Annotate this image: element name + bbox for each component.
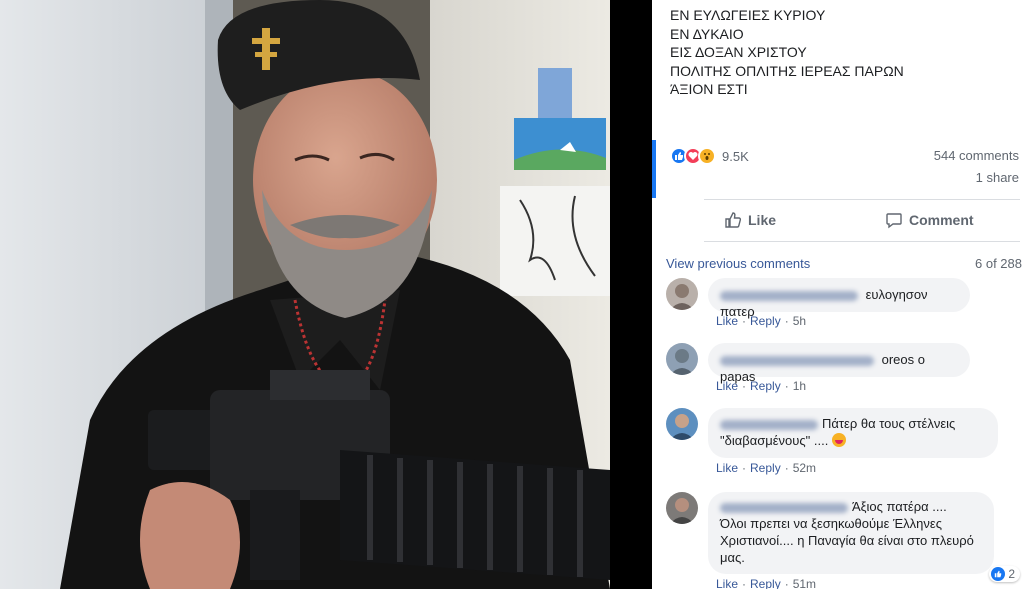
comment-timestamp[interactable]: 1h (793, 379, 806, 393)
post-side-panel: ΕΝ ΕΥΛΩΓΕΙΕΣ ΚΥΡΙΟΥ ΕΝ ΔΥΚΑΙΟ ΕΙΣ ΔΟΞΑΝ … (652, 0, 1024, 589)
caption-line: ΠΟΛΙΤΗΣ ΟΠΛΙΤΗΣ ΙΕΡΕΑΣ ΠΑΡΩΝ (670, 62, 904, 79)
comment-text-line: Όλοι πρεπει να ξεσηκωθούμε Έλληνες (720, 516, 942, 531)
comment-text-line: Άξιος πατέρα .... (852, 499, 947, 514)
comment-meta: Like · Reply · 52m (716, 461, 817, 475)
comment-text-line: Πάτερ θα τους στέλνεις (822, 416, 956, 431)
comment-item: Πάτερ θα τους στέλνεις "διαβασμένους" ..… (666, 408, 1024, 480)
comment-like-link[interactable]: Like (716, 461, 738, 475)
like-button[interactable]: Like (724, 206, 776, 234)
comment-reaction-badge[interactable]: 2 (989, 566, 1020, 582)
comment-button-label: Comment (909, 212, 974, 228)
reaction-count[interactable]: 9.5K (722, 149, 749, 164)
comment-meta: Like · Reply · 51m (716, 577, 817, 589)
blurred-author-name[interactable] (720, 290, 858, 301)
comment-timestamp[interactable]: 52m (793, 461, 816, 475)
comment-text-line: "διαβασμένους" .... (720, 433, 829, 448)
comment-item: Άξιος πατέρα .... Όλοι πρεπει να ξεσηκωθ… (666, 492, 1024, 589)
comment-reaction-count: 2 (1008, 567, 1015, 581)
comment-like-link[interactable]: Like (716, 577, 738, 589)
comment-reply-link[interactable]: Reply (750, 379, 781, 393)
shares-count-link[interactable]: 1 share (976, 170, 1019, 185)
comment-item: ευλογησον πατερ Like · Reply · 5h (666, 278, 1024, 328)
blurred-author-name[interactable] (720, 355, 874, 366)
comment-text-line: Χριστιανοί.... η Παναγία θα είναι στο πλ… (720, 533, 974, 548)
comment-bubble: Άξιος πατέρα .... Όλοι πρεπει να ξεσηκωθ… (708, 492, 994, 574)
caption-line: ΆΞΙΟΝ ΕΣΤΙ (670, 81, 748, 98)
reactions-summary[interactable]: 9.5K (670, 146, 749, 166)
comment-bubble: Πάτερ θα τους στέλνεις "διαβασμένους" ..… (708, 408, 998, 458)
comment-text-line: μας. (720, 550, 745, 565)
comment-bubble: oreos o papas (708, 343, 970, 384)
divider (704, 241, 1020, 242)
avatar[interactable] (666, 492, 698, 524)
avatar[interactable] (666, 278, 698, 310)
comment-reply-link[interactable]: Reply (750, 577, 781, 589)
accent-bar (652, 140, 656, 198)
comment-bubble-icon (885, 211, 903, 229)
wow-reaction-icon (698, 147, 716, 165)
thumbs-up-icon (724, 211, 742, 229)
post-caption: ΕΝ ΕΥΛΩΓΕΙΕΣ ΚΥΡΙΟΥ ΕΝ ΔΥΚΑΙΟ ΕΙΣ ΔΟΞΑΝ … (670, 6, 904, 99)
like-reaction-icon (991, 567, 1006, 581)
comments-count-link[interactable]: 544 comments (934, 148, 1019, 163)
avatar[interactable] (666, 408, 698, 440)
comment-button[interactable]: Comment (885, 206, 974, 234)
avatar[interactable] (666, 343, 698, 375)
comment-reply-link[interactable]: Reply (750, 461, 781, 475)
comment-reply-link[interactable]: Reply (750, 314, 781, 328)
comment-item: oreos o papas Like · Reply · 1h (666, 343, 1024, 393)
comment-timestamp[interactable]: 5h (793, 314, 806, 328)
comment-bubble: ευλογησον πατερ (708, 278, 970, 319)
comment-meta: Like · Reply · 5h (716, 314, 807, 328)
blurred-author-name[interactable] (720, 502, 848, 513)
grinning-tongue-emoji-icon (831, 433, 846, 447)
caption-line: ΕΝ ΕΥΛΩΓΕΙΕΣ ΚΥΡΙΟΥ (670, 7, 826, 23)
comment-like-link[interactable]: Like (716, 379, 738, 393)
comment-meta: Like · Reply · 1h (716, 379, 807, 393)
caption-line: ΕΝ ΔΥΚΑΙΟ (670, 25, 744, 42)
comment-timestamp[interactable]: 51m (793, 577, 816, 589)
caption-line: ΕΙΣ ΔΟΞΑΝ ΧΡΙΣΤΟΥ (670, 44, 807, 61)
post-photo[interactable] (0, 0, 652, 589)
divider (704, 199, 1020, 200)
comment-pager: 6 of 288 (975, 256, 1022, 271)
comment-like-link[interactable]: Like (716, 314, 738, 328)
like-button-label: Like (748, 212, 777, 228)
view-previous-comments-link[interactable]: View previous comments (666, 256, 810, 271)
blurred-author-name[interactable] (720, 419, 818, 430)
photo-canvas (0, 0, 610, 589)
